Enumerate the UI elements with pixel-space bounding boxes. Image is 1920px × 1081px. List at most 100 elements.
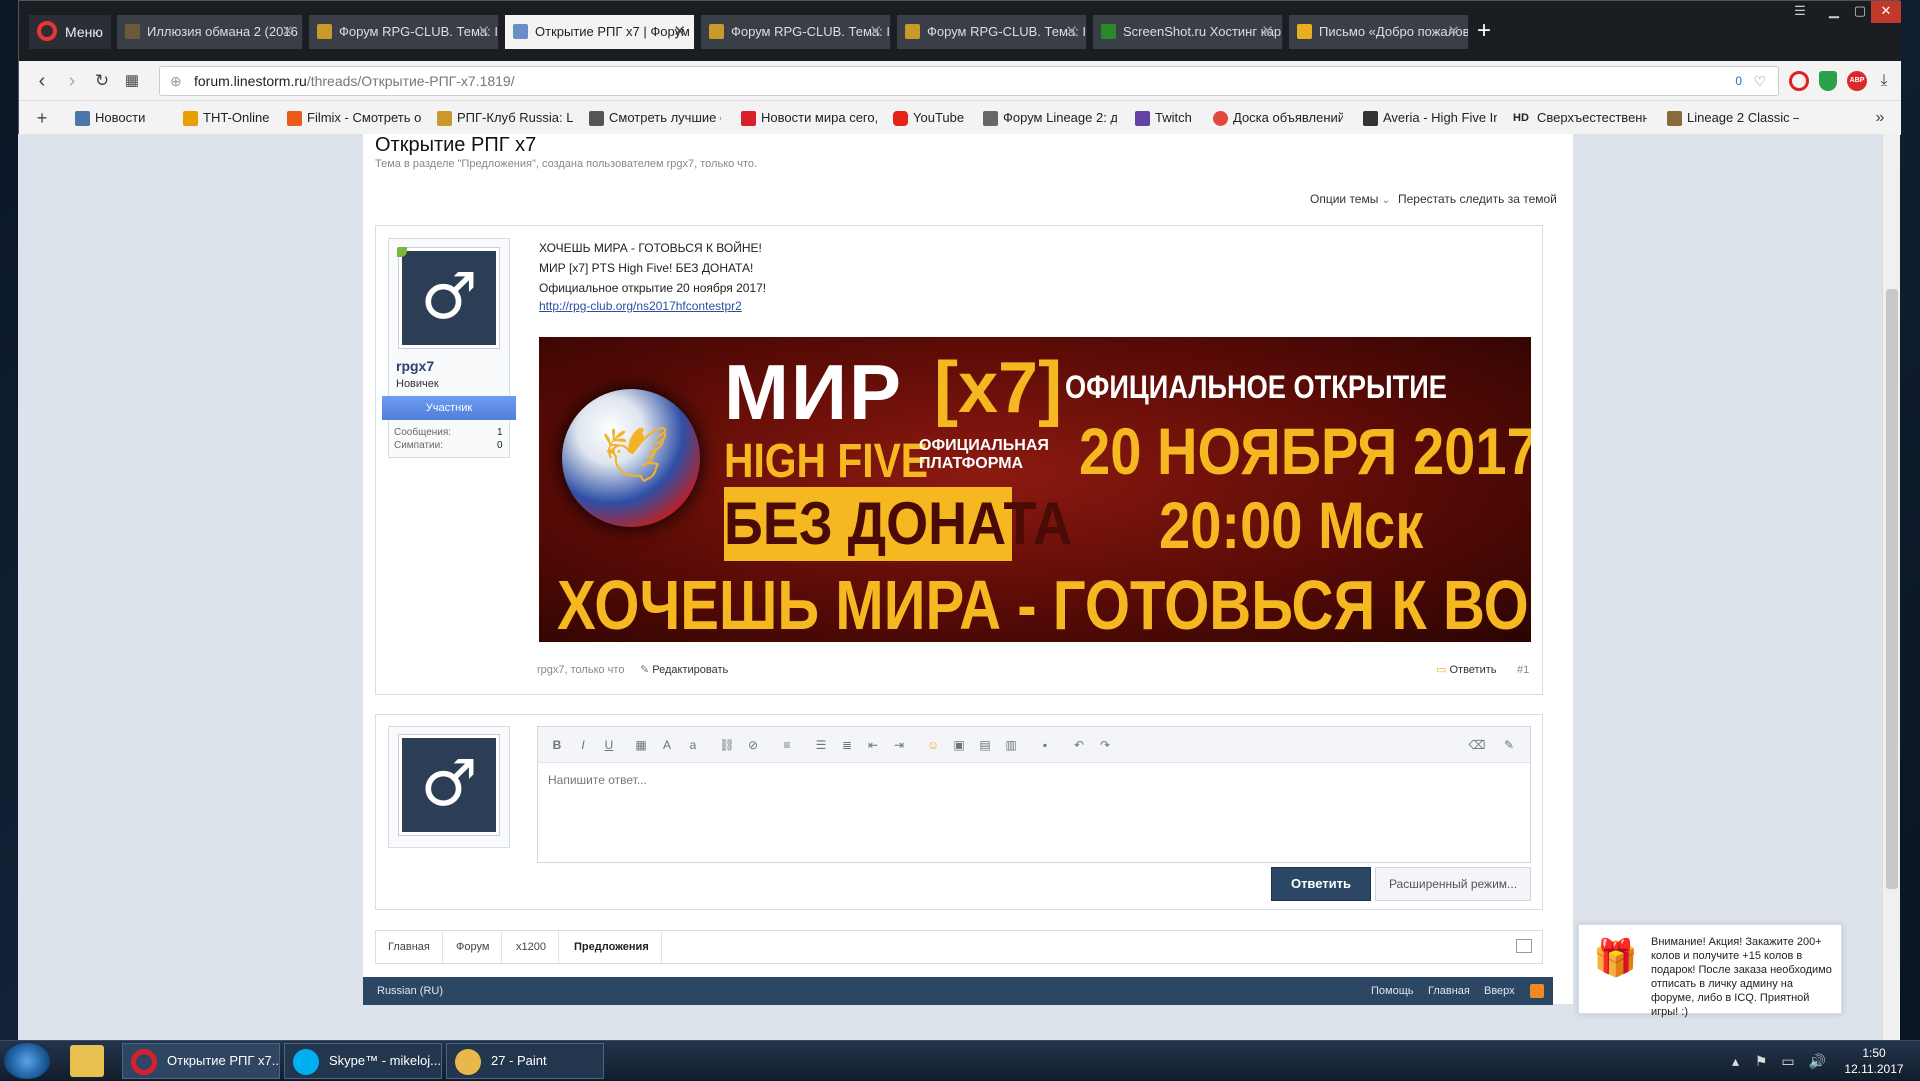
browser-tab[interactable]: ScreenShot.ru Хостинг кар ✕ (1093, 15, 1283, 49)
bold-icon[interactable]: B (548, 736, 566, 754)
thread-tools-menu[interactable]: Опции темы ⌄ (1310, 192, 1390, 206)
start-button[interactable] (4, 1043, 50, 1079)
submit-reply-button[interactable]: Ответить (1271, 867, 1371, 901)
more-bookmarks-icon[interactable]: » (1867, 105, 1893, 131)
tab-close-icon[interactable]: ✕ (477, 15, 490, 49)
bookmark-item[interactable]: Смотреть лучшие с (587, 101, 721, 135)
italic-icon[interactable]: I (574, 736, 592, 754)
breadcrumb-item[interactable]: Форум (444, 931, 503, 963)
unlink-icon[interactable]: ⊘ (744, 736, 762, 754)
bookmark-item[interactable]: Averia - High Five In (1361, 101, 1497, 135)
outdent-icon[interactable]: ⇤ (864, 736, 882, 754)
insert-icon[interactable]: ▥ (1002, 736, 1020, 754)
bookmark-item[interactable]: YouTube (891, 101, 975, 135)
tab-close-icon[interactable]: ✕ (673, 15, 686, 49)
underline-icon[interactable]: U (600, 736, 618, 754)
stash-icon[interactable]: ☰ (1785, 1, 1815, 23)
browser-tab-active[interactable]: Открытие РПГ x7 | Форум ✕ (505, 15, 695, 49)
post-permalink[interactable]: #1 (1517, 664, 1529, 676)
avatar[interactable]: ♂ (399, 735, 499, 835)
font-family-icon[interactable]: a (684, 736, 702, 754)
tab-close-icon[interactable]: ✕ (1065, 15, 1078, 49)
back-icon[interactable]: ‹ (29, 68, 55, 94)
download-icon[interactable]: ⤓ (1871, 68, 1897, 94)
forward-icon[interactable]: › (59, 68, 85, 94)
post-meta[interactable]: rpgx7, только что (537, 664, 624, 676)
media-icon[interactable]: ▤ (976, 736, 994, 754)
image-icon[interactable]: ▣ (950, 736, 968, 754)
breadcrumb-item[interactable]: x1200 (504, 931, 559, 963)
numbered-list-icon[interactable]: ≣ (838, 736, 856, 754)
bookmark-item[interactable]: HD Сверхъестественно (1511, 101, 1647, 135)
reload-icon[interactable]: ↻ (89, 68, 115, 94)
rss-icon[interactable] (1530, 984, 1544, 998)
system-clock[interactable]: 1:50 12.11.2017 (1832, 1045, 1916, 1077)
flag-icon[interactable]: ⚑ (1755, 1053, 1768, 1069)
new-tab-button[interactable]: + (1467, 15, 1501, 49)
browser-tab[interactable]: Письмо «Добро пожалов ✕ (1289, 15, 1469, 49)
speed-dial-icon[interactable]: ▦ (119, 68, 145, 94)
browser-tab[interactable]: Форум RPG-CLUB. Тема: I ✕ (701, 15, 891, 49)
edit-post-link[interactable]: ✎ Редактировать (640, 663, 728, 676)
url-input[interactable]: ⊕ forum.linestorm.ru/threads/Открытие-РП… (159, 66, 1779, 96)
site-info-icon[interactable]: ⊕ (170, 67, 182, 95)
taskbar-item[interactable]: 27 - Paint (446, 1043, 604, 1079)
breadcrumb-item[interactable]: Главная (376, 931, 443, 963)
bullet-list-icon[interactable]: ☰ (812, 736, 830, 754)
scrollbar-thumb[interactable] (1886, 289, 1898, 889)
bookmark-item[interactable]: THT-Online (181, 101, 281, 135)
add-bookmark-icon[interactable]: + (29, 105, 55, 131)
text-color-icon[interactable]: ▦ (632, 736, 650, 754)
bookmark-item[interactable]: Filmix - Смотреть о (285, 101, 421, 135)
reply-post-link[interactable]: ▭ Ответить (1436, 663, 1497, 676)
footer-link[interactable]: Вверх (1484, 977, 1515, 1005)
bookmark-heart-icon[interactable]: ♡ (1753, 67, 1766, 95)
footer-link[interactable]: Помощь (1371, 977, 1414, 1005)
taskbar-item[interactable]: Skype™ - mikeloj... (284, 1043, 442, 1079)
save-draft-icon[interactable]: ▪ (1036, 736, 1054, 754)
bookmark-item[interactable]: Новости (73, 101, 171, 135)
shield-extension-icon[interactable] (1819, 71, 1837, 91)
message-link[interactable]: http://rpg-club.org/ns2017hfcontestpr2 (539, 299, 742, 313)
volume-icon[interactable]: 🔊 (1809, 1053, 1826, 1069)
breadcrumb-item-current[interactable]: Предложения (562, 931, 662, 963)
taskbar-item[interactable]: Открытие РПГ x7... (122, 1043, 280, 1079)
bookmark-item[interactable]: Lineage 2 Classic — (1665, 101, 1799, 135)
font-size-icon[interactable]: A (658, 736, 676, 754)
close-window-icon[interactable]: ✕ (1871, 1, 1901, 23)
browser-tab[interactable]: Форум RPG-CLUB. Тема: I ✕ (309, 15, 499, 49)
bookmark-item[interactable]: Форум Lineage 2: да (981, 101, 1117, 135)
link-icon[interactable]: ⛓ (718, 736, 736, 754)
tab-close-icon[interactable]: ✕ (1447, 15, 1460, 49)
indent-icon[interactable]: ⇥ (890, 736, 908, 754)
tab-close-icon[interactable]: ✕ (1261, 15, 1274, 49)
align-icon[interactable]: ≡ (778, 736, 796, 754)
redo-icon[interactable]: ↷ (1096, 736, 1114, 754)
promo-banner-image[interactable]: 🕊 МИР [x7] HIGH FIVE ОФИЦИАЛЬНАЯ ПЛАТФОР… (539, 337, 1531, 642)
advanced-mode-button[interactable]: Расширенный режим... (1375, 867, 1531, 901)
language-chooser[interactable]: Russian (RU) (377, 977, 443, 1005)
smilie-icon[interactable]: ☺ (924, 736, 942, 754)
tray-expand-icon[interactable]: ▴ (1732, 1053, 1739, 1069)
footer-link[interactable]: Главная (1428, 977, 1470, 1005)
undo-icon[interactable]: ↶ (1070, 736, 1088, 754)
browser-tab[interactable]: Иллюзия обмана 2 (2016 ✕ (117, 15, 303, 49)
username-link[interactable]: rpgx7 (396, 358, 434, 374)
reply-textarea[interactable] (538, 763, 1530, 862)
browser-tab[interactable]: Форум RPG-CLUB. Тема: I ✕ (897, 15, 1087, 49)
adblock-plus-icon[interactable]: ABP (1847, 71, 1867, 91)
bookmark-item[interactable]: Доска объявлений (1211, 101, 1343, 135)
bookmark-item[interactable]: РПГ-Клуб Russia: Lir (435, 101, 573, 135)
remove-format-icon[interactable]: ⌫ (1468, 736, 1486, 754)
jump-menu-icon[interactable] (1516, 939, 1532, 953)
tab-close-icon[interactable]: ✕ (869, 15, 882, 49)
page-scrollbar[interactable] (1882, 134, 1900, 1040)
bookmark-item[interactable]: Новости мира сего, (739, 101, 877, 135)
bookmark-item[interactable]: Twitch (1133, 101, 1209, 135)
network-icon[interactable]: ▭ (1781, 1053, 1794, 1069)
opera-extension-icon[interactable] (1789, 71, 1809, 91)
unwatch-thread-link[interactable]: Перестать следить за темой (1398, 192, 1557, 206)
folder-icon[interactable] (70, 1045, 104, 1077)
tab-close-icon[interactable]: ✕ (281, 15, 294, 49)
avatar[interactable]: ♂ (399, 248, 499, 348)
